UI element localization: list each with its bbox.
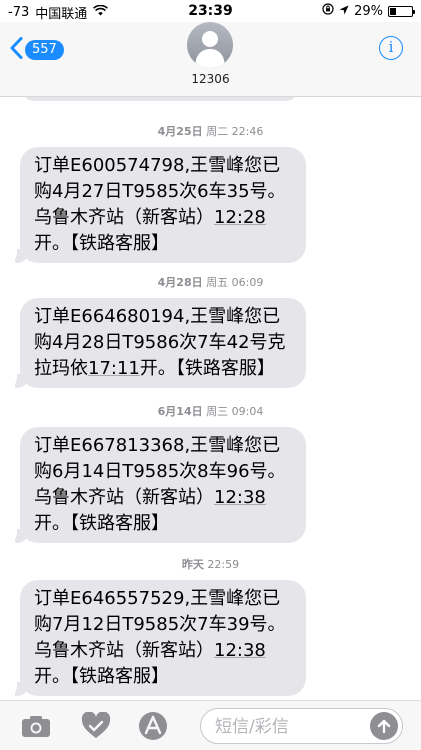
previous-message-bubble: [22, 97, 298, 101]
send-arrow-icon: [377, 719, 391, 734]
status-right: 29%: [322, 3, 415, 19]
message-time-link[interactable]: 17:11: [88, 358, 140, 379]
message-bubble[interactable]: 订单E646557529,王雪峰您已购7月12日T9585次7车39号。乌鲁木齐…: [7, 580, 306, 696]
compose-bar: [0, 700, 421, 750]
contact-avatar[interactable]: [187, 22, 233, 68]
chevron-left-icon: [10, 37, 23, 63]
message-list[interactable]: 4月25日 周二 22:46 订单E600574798,王雪峰您已购4月27日T…: [0, 97, 421, 700]
timestamp-date: 4月28日: [157, 276, 203, 289]
person-silhouette-icon: [195, 31, 225, 68]
digital-touch-heart-icon[interactable]: [81, 711, 111, 741]
rotation-lock-icon: [322, 3, 334, 19]
app-store-icon[interactable]: [138, 711, 168, 741]
conversation-header: 557 12306 i: [0, 22, 421, 97]
message-text-end: 开。【铁路客服】: [34, 666, 169, 687]
message-time-link[interactable]: 12:38: [214, 487, 266, 508]
camera-icon[interactable]: [21, 711, 51, 741]
timestamp-time: 周五 06:09: [206, 276, 264, 289]
bubble-tail: [7, 529, 29, 543]
message-time-link[interactable]: 12:38: [214, 640, 266, 661]
timestamp-date: 6月14日: [157, 405, 203, 418]
message-text-end: 开。【铁路客服】: [139, 358, 275, 379]
message-bubble[interactable]: 订单E600574798,王雪峰您已购4月27日T9585次6车35号。乌鲁木齐…: [7, 147, 306, 263]
send-button[interactable]: [370, 712, 398, 740]
message-time-link[interactable]: 12:28: [214, 207, 266, 228]
message-timestamp: 4月28日 周五 06:09: [0, 274, 421, 290]
back-button[interactable]: 557: [10, 37, 64, 63]
location-arrow-icon: [339, 4, 349, 19]
contact-name[interactable]: 12306: [0, 72, 421, 86]
message-timestamp: 昨天 22:59: [0, 556, 421, 572]
message-input-field: [200, 708, 403, 744]
battery-icon: [388, 5, 415, 17]
status-bar: -73 中国联通 23:39 29%: [0, 0, 421, 22]
message-text-end: 开。【铁路客服】: [34, 233, 169, 254]
timestamp-time: 周三 09:04: [206, 405, 264, 418]
info-button[interactable]: i: [379, 36, 403, 60]
timestamp-date: 昨天: [181, 558, 204, 571]
bubble-tail: [7, 374, 29, 388]
bubble-tail: [7, 682, 29, 696]
timestamp-time: 周二 22:46: [206, 125, 264, 138]
message-timestamp: 4月25日 周二 22:46: [0, 123, 421, 139]
timestamp-time: 22:59: [207, 558, 240, 571]
message-timestamp: 6月14日 周三 09:04: [0, 403, 421, 419]
message-bubble[interactable]: 订单E664680194,王雪峰您已购4月28日T9586次7车42号克拉玛依1…: [7, 298, 306, 388]
unread-count-badge: 557: [25, 40, 64, 60]
bubble-tail: [7, 249, 29, 263]
battery-fill: [390, 7, 397, 15]
timestamp-date: 4月25日: [157, 125, 203, 138]
message-input[interactable]: [215, 715, 365, 739]
message-text-end: 开。【铁路客服】: [34, 513, 169, 534]
battery-percent: 29%: [354, 3, 383, 19]
message-bubble[interactable]: 订单E667813368,王雪峰您已购6月14日T9585次8车96号。乌鲁木齐…: [7, 427, 306, 543]
